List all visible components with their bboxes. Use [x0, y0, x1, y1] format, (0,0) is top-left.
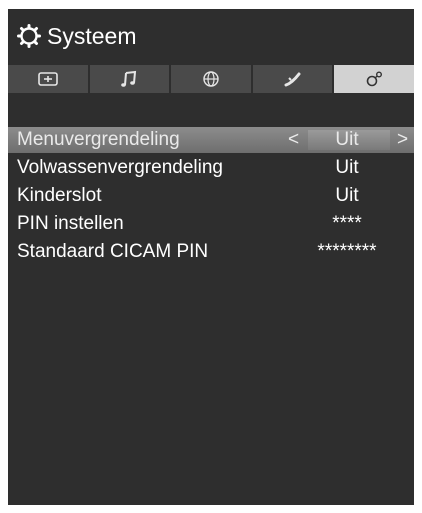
menu-item-value: Uit — [335, 157, 359, 178]
window-title-bar: Systeem — [17, 21, 136, 51]
globe-icon — [203, 71, 219, 87]
menu-item-label: Volwassenvergrendeling — [17, 157, 223, 178]
tab-system[interactable] — [334, 65, 414, 93]
menu-item-menuvergrendeling[interactable]: Menuvergrendeling < Uit > — [8, 127, 414, 153]
menu-item-standaard-cicam-pin[interactable]: Standaard CICAM PIN ******** — [8, 239, 414, 265]
menu-item-label: Standaard CICAM PIN — [17, 241, 209, 262]
menu-item-value[interactable]: Uit — [288, 129, 406, 151]
menu-item-kinderslot[interactable]: Kinderslot Uit — [8, 183, 414, 209]
menu-item-value: **** — [332, 213, 362, 234]
menu-item-pin-instellen[interactable]: PIN instellen **** — [8, 211, 414, 237]
menu-item-label: PIN instellen — [17, 213, 124, 234]
tab-channels[interactable] — [252, 65, 335, 93]
category-tabs — [8, 65, 414, 93]
satellite-icon — [284, 72, 301, 87]
menu-item-label: Kinderslot — [17, 185, 102, 206]
tab-sound[interactable] — [89, 65, 172, 93]
arrow-right-icon[interactable]: > — [397, 129, 408, 151]
tab-picture[interactable] — [8, 65, 90, 93]
settings-panel: Systeem Menuvergrendeling < Uit > Volwas… — [8, 9, 414, 505]
settings-icon — [366, 71, 383, 87]
menu-item-value: ******** — [317, 241, 377, 262]
menu-item-volwassenvergrendeling[interactable]: Volwassenvergrendeling Uit — [8, 155, 414, 181]
lock-settings-menu: Menuvergrendeling < Uit > Volwassenvergr… — [8, 127, 414, 267]
music-icon — [121, 70, 137, 87]
page-title: Systeem — [47, 22, 137, 49]
gear-icon — [17, 24, 41, 48]
menu-item-value: Uit — [335, 185, 359, 206]
picture-icon — [37, 72, 58, 86]
menu-item-label: Menuvergrendeling — [17, 129, 180, 150]
tab-network[interactable] — [171, 65, 253, 93]
